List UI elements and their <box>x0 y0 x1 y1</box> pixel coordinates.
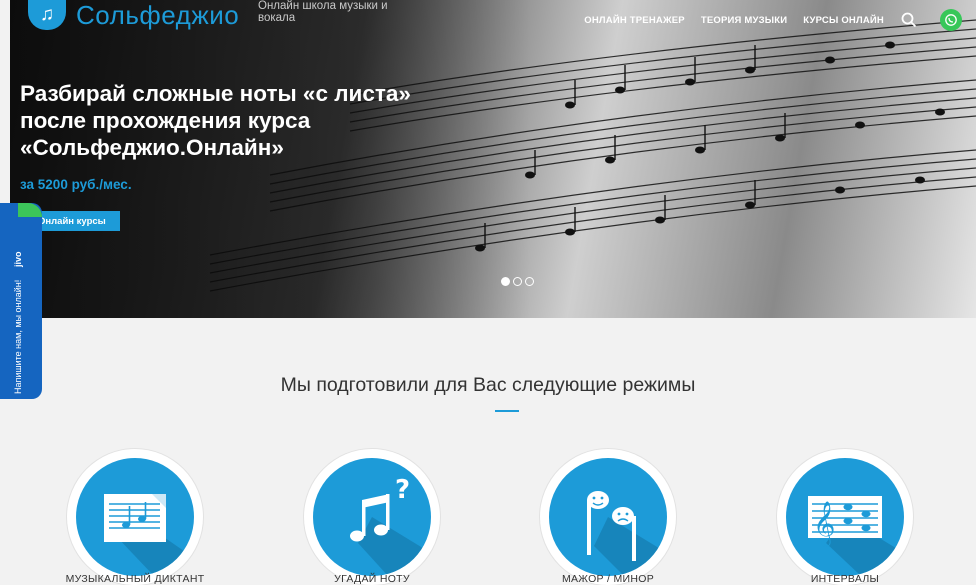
top-navigation: ОНЛАЙН ТРЕНАЖЕР ТЕОРИЯ МУЗЫКИ КУРСЫ ОНЛА… <box>568 0 976 40</box>
music-note-icon: ♫ <box>28 0 66 30</box>
music-note-question-icon: ? <box>313 458 431 576</box>
mode-label-major-minor: МАЖОР / МИНОР <box>561 573 655 585</box>
mode-circle[interactable]: ? <box>304 449 440 585</box>
slider-dot-1[interactable] <box>501 277 510 286</box>
jivo-logo: jivo <box>13 251 23 268</box>
svg-text:𝄞: 𝄞 <box>813 501 835 547</box>
nav-music-theory[interactable]: ТЕОРИЯ МУЗЫКИ <box>701 15 787 26</box>
nav-online-trainer[interactable]: ОНЛАЙН ТРЕНАЖЕР <box>584 15 685 26</box>
nav-online-courses[interactable]: КУРСЫ ОНЛАЙН <box>803 15 884 26</box>
mode-label-intervals: ИНТЕРВАЛЫ <box>810 573 880 585</box>
svg-text:?: ? <box>395 475 410 505</box>
hero-title: Разбирай сложные ноты «с листа» после пр… <box>20 81 411 160</box>
slider-dots <box>501 277 537 286</box>
sheet-music-icon <box>76 458 194 576</box>
mode-card-dictation[interactable]: МУЗЫКАЛЬНЫЙ ДИКТАНТ <box>55 449 215 585</box>
treble-clef-icon: 𝄞 <box>786 458 904 576</box>
mode-card-intervals[interactable]: 𝄞 ИНТЕРВАЛЫ <box>765 449 925 585</box>
mode-circle[interactable] <box>540 449 676 585</box>
hero-price: за 5200 руб./мес. <box>20 177 132 192</box>
mode-card-guess-note[interactable]: ? УГАДАЙ НОТУ <box>292 449 452 585</box>
online-courses-button[interactable]: Онлайн курсы <box>34 211 120 231</box>
site-logo[interactable]: ♫ Сольфеджио <box>28 0 239 30</box>
mode-card-major-minor[interactable]: МАЖОР / МИНОР <box>528 449 688 585</box>
search-icon[interactable] <box>900 11 918 29</box>
mode-label-guess-note: УГАДАЙ НОТУ <box>334 573 410 585</box>
mode-label-dictation: МУЗЫКАЛЬНЫЙ ДИКТАНТ <box>65 573 205 585</box>
slider-dot-3[interactable] <box>525 277 534 286</box>
mode-circle[interactable] <box>67 449 203 585</box>
mode-circle[interactable]: 𝄞 <box>777 449 913 585</box>
chat-widget-label: Напишите нам, мы онлайн! jivo <box>13 224 23 394</box>
title-underline <box>495 410 519 412</box>
logo-subtitle: Онлайн школа музыки и вокала <box>258 0 388 24</box>
slider-dot-2[interactable] <box>513 277 522 286</box>
happy-sad-notes-icon <box>549 458 667 576</box>
logo-text: Сольфеджио <box>76 0 240 30</box>
whatsapp-icon[interactable] <box>940 9 962 31</box>
modes-section-title: Мы подготовили для Вас следующие режимы <box>280 374 696 396</box>
